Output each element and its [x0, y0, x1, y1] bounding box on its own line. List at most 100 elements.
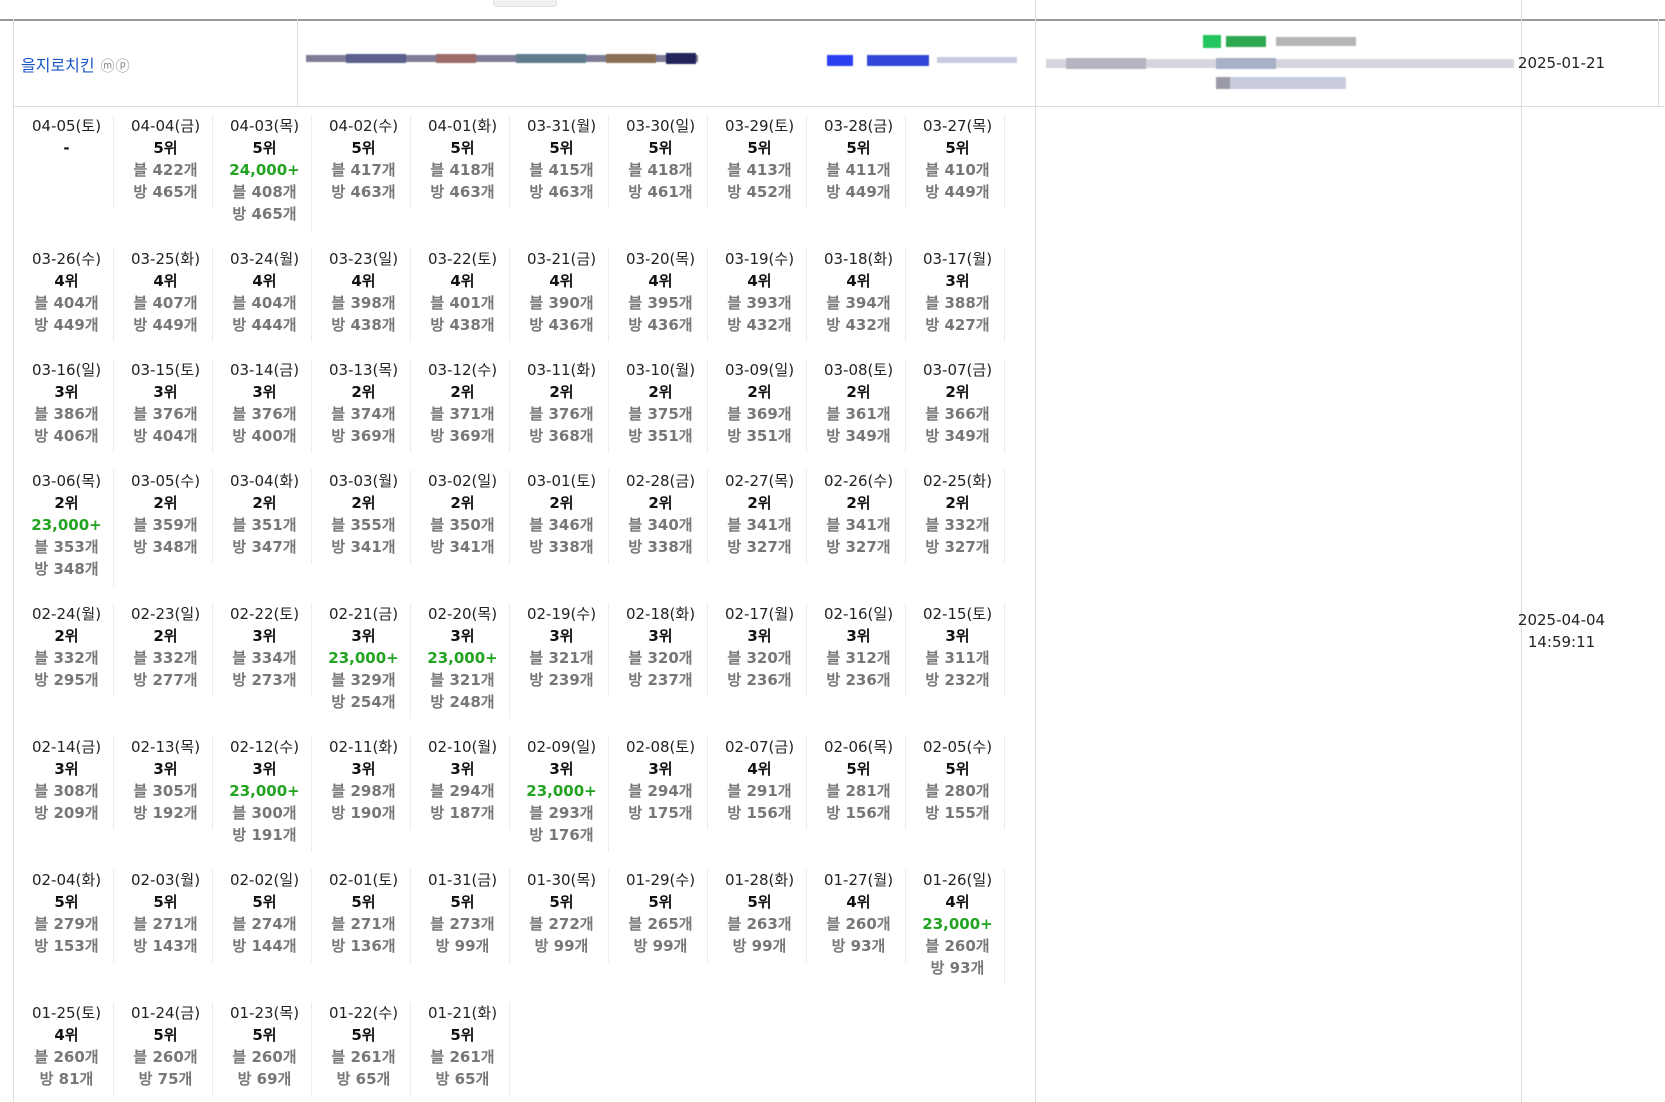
history-date: 02-16(일): [823, 605, 894, 623]
history-rank: 4위: [846, 893, 871, 911]
history-blog-count: 블 351개: [232, 516, 297, 534]
history-date: 03-10(월): [625, 361, 696, 379]
column-divider: [1035, 0, 1036, 1102]
history-date: 02-05(수): [922, 738, 993, 756]
history-blog-count: 블 280개: [925, 782, 990, 800]
history-visitor-count: 방 93개: [930, 959, 985, 977]
history-cell: 02-20(목) 3위 23,000+ 블 321개 방 248개: [416, 603, 510, 719]
history-date: 02-14(금): [31, 738, 102, 756]
history-date: 03-31(월): [526, 117, 597, 135]
history-visitor-count: 방 400개: [232, 427, 297, 445]
history-rank: 5위: [252, 893, 277, 911]
history-cell: 03-27(목) 5위 블 410개 방 449개: [911, 115, 1005, 209]
history-visitor-count: 방 351개: [727, 427, 792, 445]
table-left-border: [13, 19, 14, 1102]
history-date: 03-22(토): [427, 250, 498, 268]
scroll-thumb[interactable]: [493, 0, 557, 7]
history-blog-count: 블 418개: [430, 161, 495, 179]
history-rank: 4위: [351, 272, 376, 290]
history-cell: 02-11(화) 3위 블 298개 방 190개: [317, 736, 411, 830]
table-top-border: [0, 19, 1665, 21]
map-place-badge[interactable]: ⓜⓟ: [101, 59, 131, 75]
history-rank: 3위: [549, 760, 574, 778]
history-review-count: 23,000+: [427, 649, 498, 667]
last-updated-time: 14:59:11: [1527, 633, 1596, 651]
history-rank: 4위: [846, 272, 871, 290]
history-rank: 5위: [747, 893, 772, 911]
history-review-count: 23,000+: [922, 915, 993, 933]
history-blog-count: 블 386개: [34, 405, 99, 423]
history-visitor-count: 방 93개: [831, 937, 886, 955]
history-blog-count: 블 308개: [34, 782, 99, 800]
history-cell: 02-10(월) 3위 블 294개 방 187개: [416, 736, 510, 830]
history-cell: 03-25(화) 4위 블 407개 방 449개: [119, 248, 213, 342]
history-rank: 2위: [945, 494, 970, 512]
history-rank: 5위: [945, 760, 970, 778]
history-visitor-count: 방 369개: [331, 427, 396, 445]
history-rank: 3위: [252, 627, 277, 645]
history-rank: 5위: [450, 1026, 475, 1044]
history-blog-count: 블 410개: [925, 161, 990, 179]
history-cell: 03-23(일) 4위 블 398개 방 438개: [317, 248, 411, 342]
history-review-count: 23,000+: [229, 782, 300, 800]
history-rank: 3위: [549, 627, 574, 645]
history-date: 02-25(화): [922, 472, 993, 490]
history-cell: 02-18(화) 3위 블 320개 방 237개: [614, 603, 708, 697]
history-rank: 4위: [549, 272, 574, 290]
history-visitor-count: 방 432개: [727, 316, 792, 334]
history-visitor-count: 방 143개: [133, 937, 198, 955]
history-date: 03-02(일): [427, 472, 498, 490]
history-visitor-count: 방 277개: [133, 671, 198, 689]
history-rank: 5위: [450, 139, 475, 157]
history-date: 03-23(일): [328, 250, 399, 268]
history-date: 01-31(금): [427, 871, 498, 889]
history-cell: 03-28(금) 5위 블 411개 방 449개: [812, 115, 906, 209]
history-rank: 5위: [153, 139, 178, 157]
history-visitor-count: 방 99개: [732, 937, 787, 955]
history-visitor-count: 방 187개: [430, 804, 495, 822]
history-rank: 5위: [549, 139, 574, 157]
history-date: 03-29(토): [724, 117, 795, 135]
history-cell: 03-18(화) 4위 블 394개 방 432개: [812, 248, 906, 342]
history-date: 03-28(금): [823, 117, 894, 135]
history-cell: 02-19(수) 3위 블 321개 방 239개: [515, 603, 609, 697]
history-cell: 02-24(월) 2위 블 332개 방 295개: [20, 603, 114, 697]
history-blog-count: 블 395개: [628, 294, 693, 312]
history-date: 03-26(수): [31, 250, 102, 268]
history-cell: 02-21(금) 3위 23,000+ 블 329개 방 254개: [317, 603, 411, 719]
history-date: 04-03(목): [229, 117, 300, 135]
history-rank: 3위: [648, 760, 673, 778]
history-rank: 2위: [252, 494, 277, 512]
history-rank: 4위: [54, 272, 79, 290]
history-date: 02-18(화): [625, 605, 696, 623]
store-name-link[interactable]: 을지로치킨 ⓜⓟ: [21, 52, 131, 76]
history-rank: 4위: [945, 893, 970, 911]
history-visitor-count: 방 153개: [34, 937, 99, 955]
history-blog-count: 블 341개: [727, 516, 792, 534]
history-visitor-count: 방 99개: [435, 937, 490, 955]
history-rank: 2위: [846, 383, 871, 401]
history-date: 03-08(토): [823, 361, 894, 379]
obscured-url-text: [306, 53, 698, 64]
history-visitor-count: 방 65개: [435, 1070, 490, 1088]
history-date: 02-03(월): [130, 871, 201, 889]
history-cell: 03-29(토) 5위 블 413개 방 452개: [713, 115, 807, 209]
history-rank: 3위: [153, 760, 178, 778]
history-visitor-count: 방 273개: [232, 671, 297, 689]
history-blog-count: 블 411개: [826, 161, 891, 179]
history-visitor-count: 방 81개: [39, 1070, 94, 1088]
history-rank: 3위: [450, 760, 475, 778]
history-cell: 03-20(목) 4위 블 395개 방 436개: [614, 248, 708, 342]
history-visitor-count: 방 176개: [529, 826, 594, 844]
history-date: 01-23(목): [229, 1004, 300, 1022]
history-visitor-count: 방 348개: [133, 538, 198, 556]
history-visitor-count: 방 156개: [826, 804, 891, 822]
store-name[interactable]: 을지로치킨: [21, 56, 95, 75]
history-visitor-count: 방 463개: [430, 183, 495, 201]
history-date: 03-16(일): [31, 361, 102, 379]
history-cell: 02-12(수) 3위 23,000+ 블 300개 방 191개: [218, 736, 312, 852]
history-blog-count: 블 320개: [628, 649, 693, 667]
history-rank: 2위: [450, 494, 475, 512]
history-date: 02-20(목): [427, 605, 498, 623]
history-blog-count: 블 353개: [34, 538, 99, 556]
